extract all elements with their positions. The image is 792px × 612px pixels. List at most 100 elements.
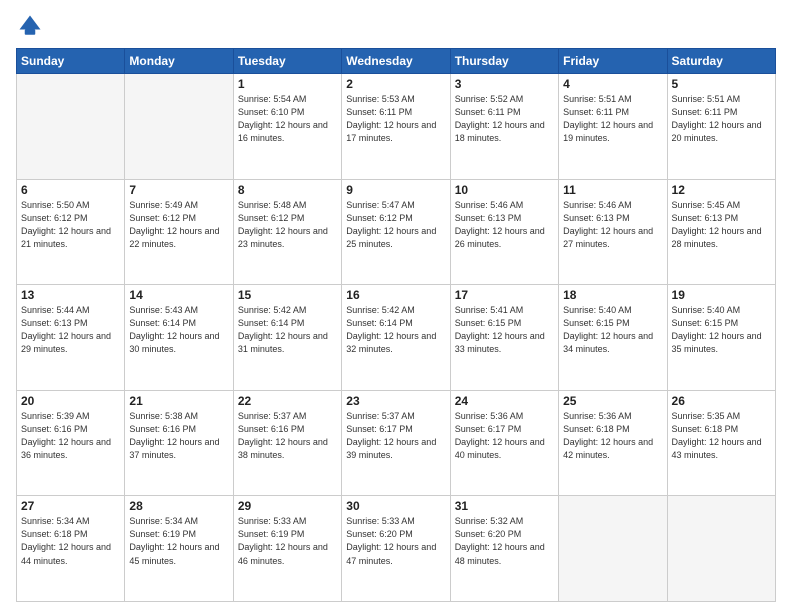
day-info: Sunrise: 5:35 AM Sunset: 6:18 PM Dayligh… xyxy=(672,410,771,462)
day-number: 14 xyxy=(129,288,228,302)
calendar-week-3: 13 Sunrise: 5:44 AM Sunset: 6:13 PM Dayli… xyxy=(17,285,776,391)
day-info: Sunrise: 5:40 AM Sunset: 6:15 PM Dayligh… xyxy=(563,304,662,356)
calendar-header-friday: Friday xyxy=(559,49,667,74)
calendar-cell: 7Sunrise: 5:49 AM Sunset: 6:12 PM Daylig… xyxy=(125,179,233,285)
day-number: 29 xyxy=(238,499,337,513)
calendar-header-wednesday: Wednesday xyxy=(342,49,450,74)
day-number: 20 xyxy=(21,394,120,408)
calendar-cell: 17 Sunrise: 5:41 AM Sunset: 6:15 PM Dayli… xyxy=(450,285,558,391)
calendar-cell: 15 Sunrise: 5:42 AM Sunset: 6:14 PM Dayli… xyxy=(233,285,341,391)
day-number: 27 xyxy=(21,499,120,513)
logo xyxy=(16,12,48,40)
calendar-cell: 18 Sunrise: 5:40 AM Sunset: 6:15 PM Dayli… xyxy=(559,285,667,391)
day-info: Sunrise: 5:40 AM Sunset: 6:15 PM Dayligh… xyxy=(672,304,771,356)
calendar-cell: 20 Sunrise: 5:39 AM Sunset: 6:16 PM Dayli… xyxy=(17,390,125,496)
day-number: 6 xyxy=(21,183,120,197)
day-info: Sunrise: 5:54 AM Sunset: 6:10 PM Dayligh… xyxy=(238,93,337,145)
day-info: Sunrise: 5:41 AM Sunset: 6:15 PM Dayligh… xyxy=(455,304,554,356)
header xyxy=(16,12,776,40)
day-number: 4 xyxy=(563,77,662,91)
calendar-cell: 31 Sunrise: 5:32 AM Sunset: 6:20 PM Dayli… xyxy=(450,496,558,602)
day-info: Sunrise: 5:53 AM Sunset: 6:11 PM Dayligh… xyxy=(346,93,445,145)
day-info: Sunrise: 5:37 AM Sunset: 6:16 PM Dayligh… xyxy=(238,410,337,462)
day-number: 10 xyxy=(455,183,554,197)
day-number: 17 xyxy=(455,288,554,302)
calendar-cell: 16 Sunrise: 5:42 AM Sunset: 6:14 PM Dayli… xyxy=(342,285,450,391)
calendar-week-1: 1 Sunrise: 5:54 AM Sunset: 6:10 PM Daylig… xyxy=(17,74,776,180)
calendar-week-4: 20 Sunrise: 5:39 AM Sunset: 6:16 PM Dayli… xyxy=(17,390,776,496)
calendar-cell: 4 Sunrise: 5:51 AM Sunset: 6:11 PM Daylig… xyxy=(559,74,667,180)
day-info: Sunrise: 5:34 AM Sunset: 6:19 PM Dayligh… xyxy=(129,515,228,567)
calendar-table: SundayMondayTuesdayWednesdayThursdayFrid… xyxy=(16,48,776,602)
calendar-cell: 12 Sunrise: 5:45 AM Sunset: 6:13 PM Dayli… xyxy=(667,179,775,285)
day-info: Sunrise: 5:46 AM Sunset: 6:13 PM Dayligh… xyxy=(455,199,554,251)
day-info: Sunrise: 5:33 AM Sunset: 6:20 PM Dayligh… xyxy=(346,515,445,567)
day-info: Sunrise: 5:42 AM Sunset: 6:14 PM Dayligh… xyxy=(238,304,337,356)
day-number: 26 xyxy=(672,394,771,408)
calendar-cell: 24 Sunrise: 5:36 AM Sunset: 6:17 PM Dayli… xyxy=(450,390,558,496)
calendar-cell: 13 Sunrise: 5:44 AM Sunset: 6:13 PM Dayli… xyxy=(17,285,125,391)
day-number: 8 xyxy=(238,183,337,197)
calendar-cell: 22 Sunrise: 5:37 AM Sunset: 6:16 PM Dayli… xyxy=(233,390,341,496)
day-number: 24 xyxy=(455,394,554,408)
calendar-cell: 11Sunrise: 5:46 AM Sunset: 6:13 PM Dayli… xyxy=(559,179,667,285)
calendar-cell: 28 Sunrise: 5:34 AM Sunset: 6:19 PM Dayli… xyxy=(125,496,233,602)
day-info: Sunrise: 5:43 AM Sunset: 6:14 PM Dayligh… xyxy=(129,304,228,356)
day-number: 1 xyxy=(238,77,337,91)
calendar-cell xyxy=(125,74,233,180)
day-number: 13 xyxy=(21,288,120,302)
day-number: 23 xyxy=(346,394,445,408)
calendar-cell: 21Sunrise: 5:38 AM Sunset: 6:16 PM Dayli… xyxy=(125,390,233,496)
calendar-cell: 1 Sunrise: 5:54 AM Sunset: 6:10 PM Daylig… xyxy=(233,74,341,180)
day-number: 16 xyxy=(346,288,445,302)
day-number: 12 xyxy=(672,183,771,197)
day-number: 28 xyxy=(129,499,228,513)
calendar-cell: 25Sunrise: 5:36 AM Sunset: 6:18 PM Dayli… xyxy=(559,390,667,496)
calendar-header-tuesday: Tuesday xyxy=(233,49,341,74)
calendar-cell: 23Sunrise: 5:37 AM Sunset: 6:17 PM Dayli… xyxy=(342,390,450,496)
day-info: Sunrise: 5:36 AM Sunset: 6:17 PM Dayligh… xyxy=(455,410,554,462)
calendar-cell xyxy=(559,496,667,602)
day-number: 9 xyxy=(346,183,445,197)
day-info: Sunrise: 5:34 AM Sunset: 6:18 PM Dayligh… xyxy=(21,515,120,567)
day-info: Sunrise: 5:38 AM Sunset: 6:16 PM Dayligh… xyxy=(129,410,228,462)
calendar-cell: 3Sunrise: 5:52 AM Sunset: 6:11 PM Daylig… xyxy=(450,74,558,180)
day-info: Sunrise: 5:47 AM Sunset: 6:12 PM Dayligh… xyxy=(346,199,445,251)
day-info: Sunrise: 5:39 AM Sunset: 6:16 PM Dayligh… xyxy=(21,410,120,462)
calendar-header-monday: Monday xyxy=(125,49,233,74)
day-info: Sunrise: 5:42 AM Sunset: 6:14 PM Dayligh… xyxy=(346,304,445,356)
day-number: 15 xyxy=(238,288,337,302)
day-number: 31 xyxy=(455,499,554,513)
day-number: 30 xyxy=(346,499,445,513)
day-info: Sunrise: 5:33 AM Sunset: 6:19 PM Dayligh… xyxy=(238,515,337,567)
calendar-header-row: SundayMondayTuesdayWednesdayThursdayFrid… xyxy=(17,49,776,74)
calendar-cell: 5 Sunrise: 5:51 AM Sunset: 6:11 PM Daylig… xyxy=(667,74,775,180)
day-number: 19 xyxy=(672,288,771,302)
day-info: Sunrise: 5:51 AM Sunset: 6:11 PM Dayligh… xyxy=(563,93,662,145)
calendar-cell: 9 Sunrise: 5:47 AM Sunset: 6:12 PM Daylig… xyxy=(342,179,450,285)
day-info: Sunrise: 5:45 AM Sunset: 6:13 PM Dayligh… xyxy=(672,199,771,251)
day-info: Sunrise: 5:52 AM Sunset: 6:11 PM Dayligh… xyxy=(455,93,554,145)
calendar-header-sunday: Sunday xyxy=(17,49,125,74)
day-info: Sunrise: 5:32 AM Sunset: 6:20 PM Dayligh… xyxy=(455,515,554,567)
calendar-cell: 27 Sunrise: 5:34 AM Sunset: 6:18 PM Dayli… xyxy=(17,496,125,602)
day-info: Sunrise: 5:51 AM Sunset: 6:11 PM Dayligh… xyxy=(672,93,771,145)
calendar-header-thursday: Thursday xyxy=(450,49,558,74)
calendar-cell: 29 Sunrise: 5:33 AM Sunset: 6:19 PM Dayli… xyxy=(233,496,341,602)
calendar-week-2: 6Sunrise: 5:50 AM Sunset: 6:12 PM Daylig… xyxy=(17,179,776,285)
calendar-week-5: 27 Sunrise: 5:34 AM Sunset: 6:18 PM Dayli… xyxy=(17,496,776,602)
calendar-cell xyxy=(17,74,125,180)
day-number: 25 xyxy=(563,394,662,408)
calendar-cell: 26 Sunrise: 5:35 AM Sunset: 6:18 PM Dayli… xyxy=(667,390,775,496)
day-number: 22 xyxy=(238,394,337,408)
day-number: 7 xyxy=(129,183,228,197)
page: SundayMondayTuesdayWednesdayThursdayFrid… xyxy=(0,0,792,612)
calendar-cell: 19 Sunrise: 5:40 AM Sunset: 6:15 PM Dayli… xyxy=(667,285,775,391)
day-number: 18 xyxy=(563,288,662,302)
day-number: 11 xyxy=(563,183,662,197)
calendar-header-saturday: Saturday xyxy=(667,49,775,74)
day-number: 5 xyxy=(672,77,771,91)
day-info: Sunrise: 5:44 AM Sunset: 6:13 PM Dayligh… xyxy=(21,304,120,356)
calendar-cell: 6Sunrise: 5:50 AM Sunset: 6:12 PM Daylig… xyxy=(17,179,125,285)
day-number: 2 xyxy=(346,77,445,91)
